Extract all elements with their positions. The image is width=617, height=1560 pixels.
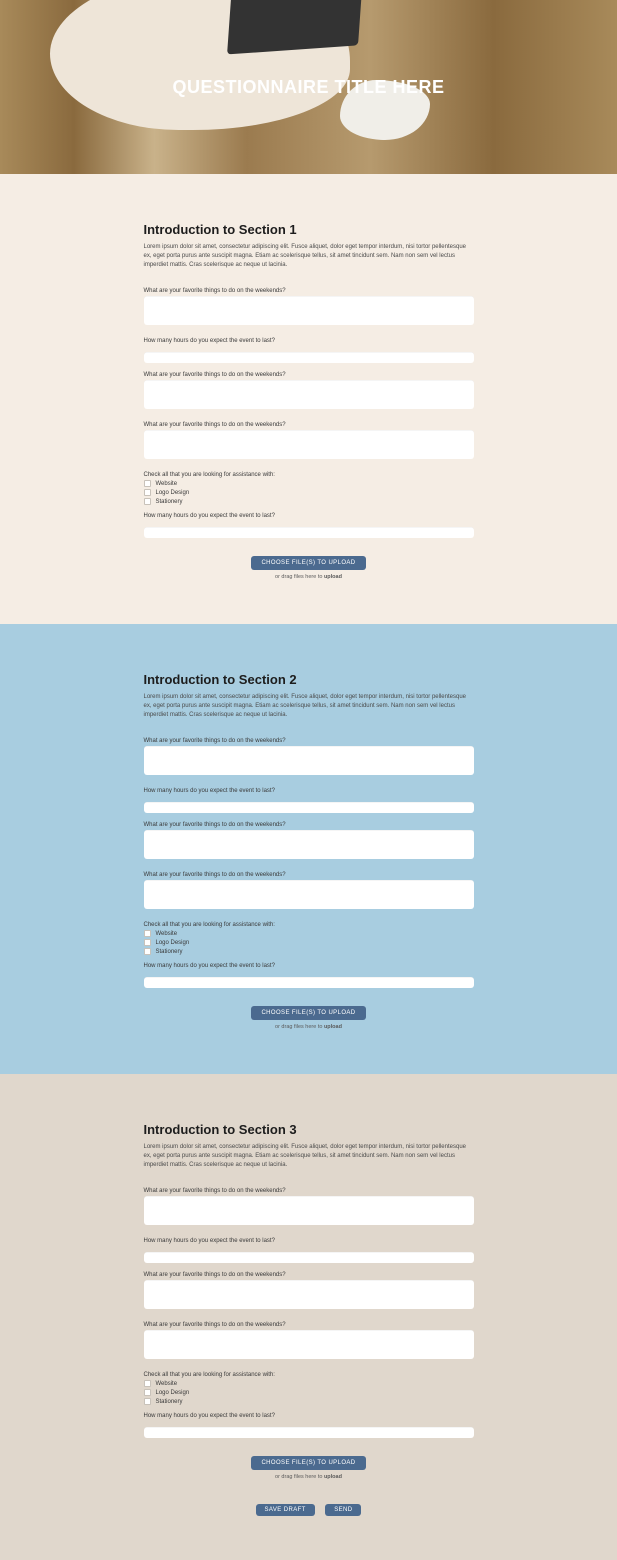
s1-upload-hint-pre: or drag files here to: [275, 574, 324, 580]
s3-upload-hint-pre: or drag files here to: [275, 1474, 324, 1480]
s1-q3-input[interactable]: [144, 380, 474, 409]
checkbox-icon[interactable]: [144, 1398, 151, 1405]
footer-actions: SAVE DRAFT SEND: [144, 1480, 474, 1516]
checkbox-icon[interactable]: [144, 930, 151, 937]
s3-upload-button[interactable]: CHOOSE FILE(S) TO UPLOAD: [251, 1456, 365, 1470]
checkbox-icon[interactable]: [144, 480, 151, 487]
s1-upload-hint-bold: upload: [324, 574, 342, 580]
s2-q2-input[interactable]: [144, 802, 474, 813]
s2-check-2[interactable]: Logo Design: [144, 939, 474, 946]
s2-q3-input[interactable]: [144, 830, 474, 859]
s2-check-1[interactable]: Website: [144, 930, 474, 937]
s3-q4-label: What are your favorite things to do on t…: [144, 1322, 474, 1328]
s1-check-2-label: Logo Design: [156, 490, 190, 496]
s2-q2-label: How many hours do you expect the event t…: [144, 788, 474, 794]
s1-upload-hint: or drag files here to upload: [144, 574, 474, 580]
s1-check-heading: Check all that you are looking for assis…: [144, 472, 474, 478]
checkbox-icon[interactable]: [144, 489, 151, 496]
s2-upload-button[interactable]: CHOOSE FILE(S) TO UPLOAD: [251, 1006, 365, 1020]
s3-q4-input[interactable]: [144, 1330, 474, 1359]
s2-upload-hint-pre: or drag files here to: [275, 1024, 324, 1030]
section-1-title: Introduction to Section 1: [144, 222, 474, 237]
s3-q1-input[interactable]: [144, 1196, 474, 1225]
s2-check-3-label: Stationery: [156, 949, 183, 955]
send-button[interactable]: SEND: [325, 1504, 361, 1516]
s1-check-3[interactable]: Stationery: [144, 498, 474, 505]
checkbox-icon[interactable]: [144, 939, 151, 946]
s1-q2-label: How many hours do you expect the event t…: [144, 338, 474, 344]
section-2: Introduction to Section 2 Lorem ipsum do…: [0, 624, 617, 1074]
section-1: Introduction to Section 1 Lorem ipsum do…: [0, 174, 617, 624]
s1-upload-button[interactable]: CHOOSE FILE(S) TO UPLOAD: [251, 556, 365, 570]
s2-check-3[interactable]: Stationery: [144, 948, 474, 955]
s1-q1-input[interactable]: [144, 296, 474, 325]
s2-upload-hint: or drag files here to upload: [144, 1024, 474, 1030]
s3-check-1-label: Website: [156, 1381, 178, 1387]
s1-check-1-label: Website: [156, 481, 178, 487]
s1-q5-label: How many hours do you expect the event t…: [144, 513, 474, 519]
checkbox-icon[interactable]: [144, 1380, 151, 1387]
s2-q3-label: What are your favorite things to do on t…: [144, 822, 474, 828]
s3-check-2-label: Logo Design: [156, 1390, 190, 1396]
section-3-desc: Lorem ipsum dolor sit amet, consectetur …: [144, 1143, 474, 1170]
s2-check-2-label: Logo Design: [156, 940, 190, 946]
hero-banner: QUESTIONNAIRE TITLE HERE: [0, 0, 617, 174]
s3-check-1[interactable]: Website: [144, 1380, 474, 1387]
save-draft-button[interactable]: SAVE DRAFT: [256, 1504, 315, 1516]
s3-check-3-label: Stationery: [156, 1399, 183, 1405]
section-1-desc: Lorem ipsum dolor sit amet, consectetur …: [144, 243, 474, 270]
page-title: QUESTIONNAIRE TITLE HERE: [172, 77, 444, 98]
s3-q5-input[interactable]: [144, 1427, 474, 1438]
s3-q5-label: How many hours do you expect the event t…: [144, 1413, 474, 1419]
s3-q2-input[interactable]: [144, 1252, 474, 1263]
s1-check-1[interactable]: Website: [144, 480, 474, 487]
section-2-title: Introduction to Section 2: [144, 672, 474, 687]
s1-q5-input[interactable]: [144, 527, 474, 538]
s3-q1-label: What are your favorite things to do on t…: [144, 1188, 474, 1194]
section-2-desc: Lorem ipsum dolor sit amet, consectetur …: [144, 693, 474, 720]
section-3-title: Introduction to Section 3: [144, 1122, 474, 1137]
checkbox-icon[interactable]: [144, 498, 151, 505]
s2-q1-label: What are your favorite things to do on t…: [144, 738, 474, 744]
s2-q4-input[interactable]: [144, 880, 474, 909]
s1-q4-label: What are your favorite things to do on t…: [144, 422, 474, 428]
s3-check-3[interactable]: Stationery: [144, 1398, 474, 1405]
s3-q2-label: How many hours do you expect the event t…: [144, 1238, 474, 1244]
s2-q4-label: What are your favorite things to do on t…: [144, 872, 474, 878]
s3-check-2[interactable]: Logo Design: [144, 1389, 474, 1396]
s2-q5-label: How many hours do you expect the event t…: [144, 963, 474, 969]
s2-q5-input[interactable]: [144, 977, 474, 988]
s1-check-3-label: Stationery: [156, 499, 183, 505]
s1-q3-label: What are your favorite things to do on t…: [144, 372, 474, 378]
s3-q3-label: What are your favorite things to do on t…: [144, 1272, 474, 1278]
s1-q4-input[interactable]: [144, 430, 474, 459]
s2-upload-hint-bold: upload: [324, 1024, 342, 1030]
s1-q1-label: What are your favorite things to do on t…: [144, 288, 474, 294]
s1-check-2[interactable]: Logo Design: [144, 489, 474, 496]
s2-check-heading: Check all that you are looking for assis…: [144, 922, 474, 928]
s3-check-heading: Check all that you are looking for assis…: [144, 1372, 474, 1378]
s3-q3-input[interactable]: [144, 1280, 474, 1309]
section-3: Introduction to Section 3 Lorem ipsum do…: [0, 1074, 617, 1560]
checkbox-icon[interactable]: [144, 948, 151, 955]
checkbox-icon[interactable]: [144, 1389, 151, 1396]
s2-q1-input[interactable]: [144, 746, 474, 775]
s3-upload-hint-bold: upload: [324, 1474, 342, 1480]
s2-check-1-label: Website: [156, 931, 178, 937]
s1-q2-input[interactable]: [144, 352, 474, 363]
